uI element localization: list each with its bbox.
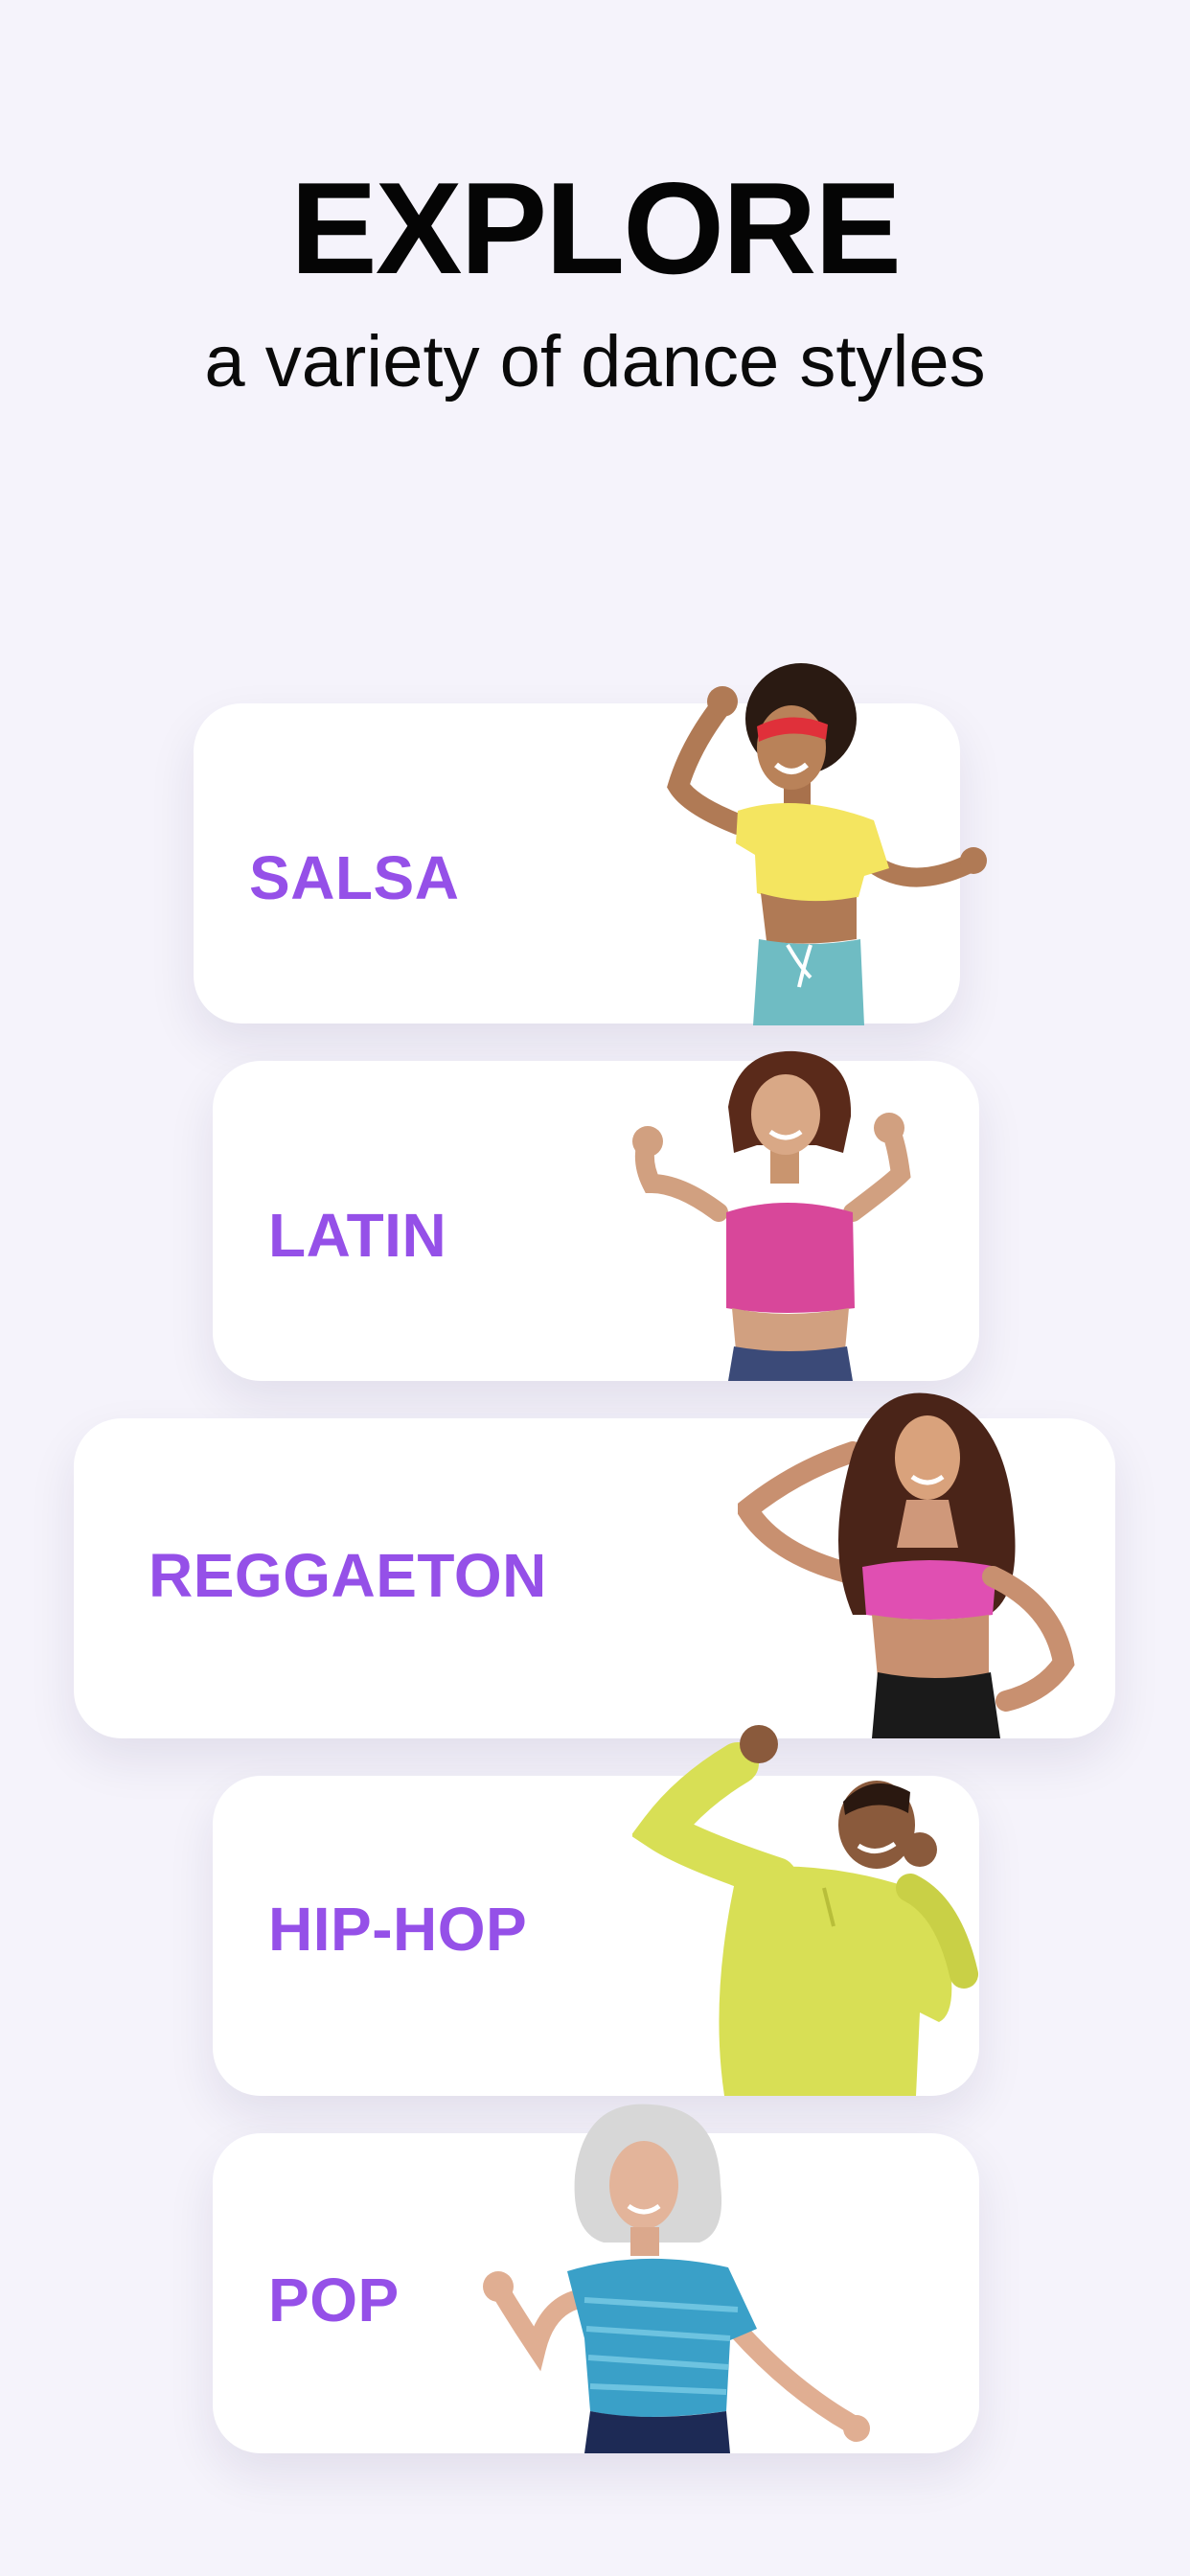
reggaeton-dancer-illustration (738, 1385, 1121, 1738)
latin-dancer-illustration (613, 1040, 958, 1381)
dance-style-label: POP (268, 2266, 400, 2334)
pop-dancer-illustration (479, 2099, 891, 2453)
dance-style-label: SALSA (249, 843, 460, 912)
hiphop-dancer-illustration (632, 1725, 987, 2096)
dance-style-label: REGGAETON (149, 1541, 547, 1610)
salsa-dancer-illustration (623, 652, 1006, 1025)
page-subtitle: a variety of dance styles (204, 321, 986, 402)
page-title: EXPLORE (290, 155, 902, 301)
dance-style-label: LATIN (268, 1201, 447, 1270)
dance-style-label: HIP-HOP (268, 1895, 528, 1964)
